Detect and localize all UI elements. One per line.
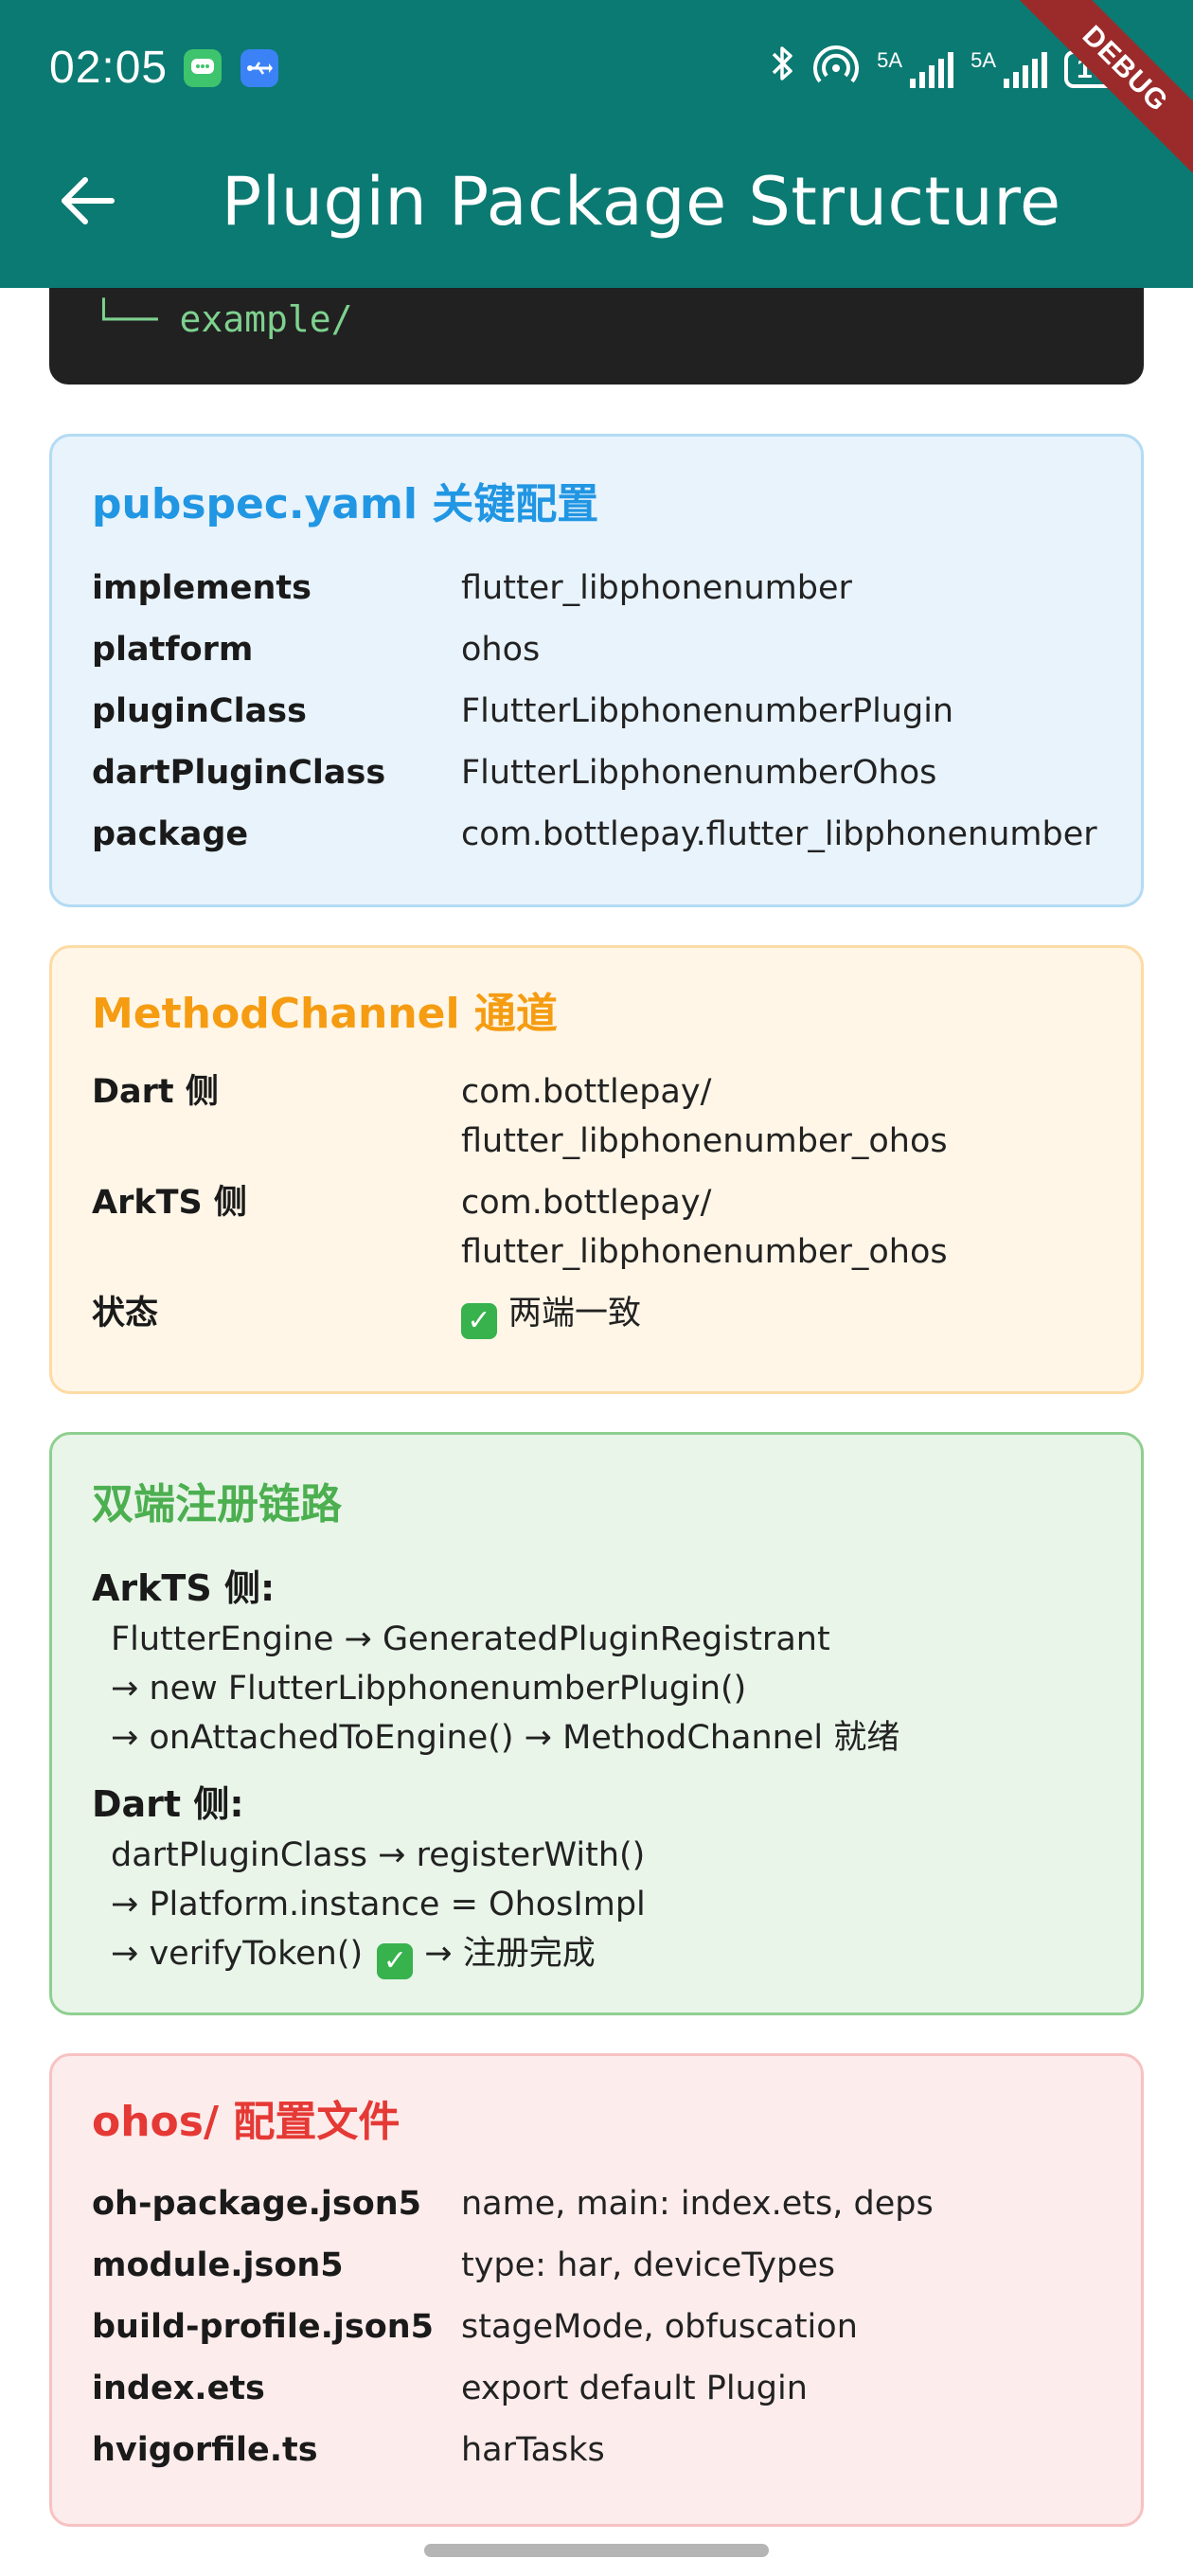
card-title: pubspec.yaml 关键配置: [92, 480, 599, 528]
back-arrow-icon: [62, 177, 115, 224]
config-value: FlutterLibphonenumberPlugin: [461, 692, 954, 730]
file-name: hvigorfile.ts: [92, 2431, 318, 2469]
channel-value: ✓ 两端一致: [461, 1289, 641, 1339]
chain-line: dartPluginClass → registerWith(): [111, 1836, 646, 1874]
file-name: oh-package.json5: [92, 2185, 422, 2223]
file-name: index.ets: [92, 2370, 265, 2407]
ohos-config-card: ohos/ 配置文件 oh-package.json5 name, main: …: [49, 2053, 1144, 2527]
chain-text: → 注册完成: [424, 1935, 596, 1973]
card-title: ohos/ 配置文件: [92, 2098, 401, 2146]
chain-line: → new FlutterLibphonenumberPlugin(): [111, 1670, 747, 1708]
config-key: dartPluginClass: [92, 754, 386, 792]
chain-line: → Platform.instance = OhosImpl: [111, 1886, 646, 1923]
card-title: MethodChannel 通道: [92, 990, 558, 1038]
pubspec-card: pubspec.yaml 关键配置 implements flutter_lib…: [49, 434, 1144, 907]
check-icon: ✓: [377, 1943, 414, 1979]
chain-line: → onAttachedToEngine() → MethodChannel 就…: [111, 1719, 900, 1757]
code-line: └── example/: [93, 298, 353, 340]
card-title: 双端注册链路: [92, 1480, 342, 1529]
config-value: ohos: [461, 631, 541, 669]
config-key: package: [92, 815, 249, 853]
signal-label: 5A: [877, 48, 903, 72]
check-icon: ✓: [461, 1303, 497, 1339]
file-desc: export default Plugin: [461, 2370, 808, 2407]
app-bar: 02:05 5A 5A 100 DEBUG: [0, 0, 1193, 288]
channel-value: com.bottlepay/ flutter_libphonenumber_oh…: [461, 1073, 948, 1160]
file-name: build-profile.json5: [92, 2308, 435, 2346]
signal-label: 5A: [970, 48, 996, 72]
file-desc: name, main: index.ets, deps: [461, 2185, 934, 2223]
config-key: pluginClass: [92, 692, 307, 730]
status-time: 02:05: [49, 43, 169, 93]
channel-key: ArkTS 侧: [92, 1184, 247, 1222]
chain-line: → verifyToken() ✓ → 注册完成: [111, 1929, 596, 1979]
hotspot-icon: [812, 44, 860, 95]
home-indicator[interactable]: [424, 2544, 769, 2557]
status-text: 两端一致: [508, 1295, 642, 1333]
file-desc: type: har, deviceTypes: [461, 2246, 835, 2284]
config-key: platform: [92, 631, 254, 669]
usb-icon: [240, 49, 278, 87]
dart-chain-title: Dart 侧:: [92, 1783, 244, 1825]
config-value: flutter_libphonenumber: [461, 569, 852, 607]
file-desc: harTasks: [461, 2431, 605, 2469]
page-title: Plugin Package Structure: [222, 163, 1061, 241]
config-value: com.bottlepay.flutter_libphonenumber: [461, 815, 1097, 853]
method-channel-card: MethodChannel 通道 Dart 侧 com.bottlepay/ f…: [49, 945, 1144, 1394]
status-bar: 02:05 5A 5A 100: [0, 0, 1193, 140]
chain-line: FlutterEngine → GeneratedPluginRegistran…: [111, 1620, 830, 1658]
bluetooth-icon: [771, 44, 795, 95]
registration-chain-card: 双端注册链路 ArkTS 侧: FlutterEngine → Generate…: [49, 1432, 1144, 2015]
arkts-chain-title: ArkTS 侧:: [92, 1567, 276, 1609]
config-value: FlutterLibphonenumberOhos: [461, 754, 937, 792]
file-name: module.json5: [92, 2246, 344, 2284]
message-icon: [184, 49, 222, 87]
config-key: implements: [92, 569, 312, 607]
channel-key: 状态: [92, 1295, 159, 1333]
back-button[interactable]: [53, 167, 121, 235]
cell-signal-1: 5A: [877, 48, 954, 88]
chain-text: → verifyToken(): [111, 1935, 364, 1973]
cell-signal-2: 5A: [970, 50, 1047, 88]
channel-key: Dart 侧: [92, 1073, 219, 1111]
channel-value: com.bottlepay/ flutter_libphonenumber_oh…: [461, 1184, 948, 1271]
file-desc: stageMode, obfuscation: [461, 2308, 858, 2346]
